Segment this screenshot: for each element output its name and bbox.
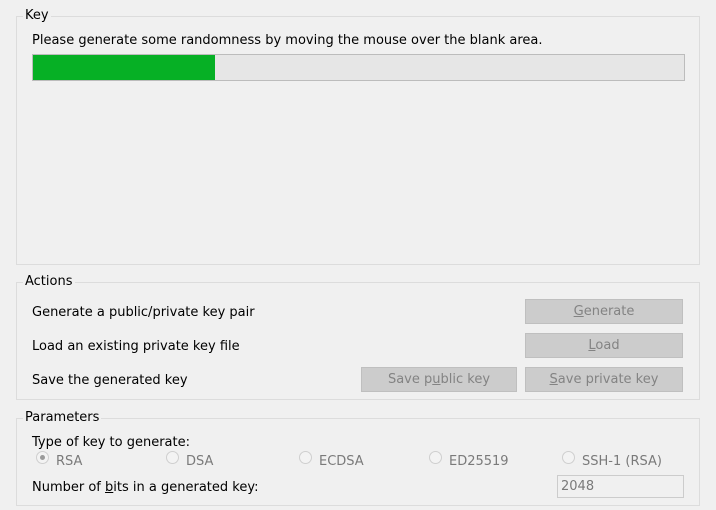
key-type-ecdsa-radio[interactable] — [299, 451, 312, 464]
randomness-instruction: Please generate some randomness by movin… — [32, 33, 543, 48]
randomness-progress-bar — [32, 54, 685, 81]
save-public-key-button[interactable]: Save public key — [361, 367, 517, 392]
key-type-ed25519-label[interactable]: ED25519 — [449, 454, 509, 470]
key-group-legend: Key — [23, 7, 51, 25]
key-type-rsa-radio[interactable] — [36, 451, 49, 464]
key-type-ssh1-rsa-label[interactable]: SSH-1 (RSA) — [582, 454, 662, 470]
load-action-label: Load an existing private key file — [32, 339, 240, 354]
bits-label: Number of bits in a generated key: — [32, 480, 259, 495]
key-type-rsa-label[interactable]: RSA — [56, 454, 82, 470]
save-action-label: Save the generated key — [32, 373, 188, 388]
parameters-group-legend: Parameters — [23, 409, 102, 427]
save-private-key-button[interactable]: Save private key — [525, 367, 683, 392]
generate-action-label: Generate a public/private key pair — [32, 305, 255, 320]
generate-button[interactable]: Generate — [525, 299, 683, 324]
load-button[interactable]: Load — [525, 333, 683, 358]
actions-group-legend: Actions — [23, 273, 75, 291]
key-type-ecdsa-label[interactable]: ECDSA — [319, 454, 364, 470]
randomness-progress-fill — [33, 55, 216, 80]
key-type-ssh1-rsa-radio[interactable] — [562, 451, 575, 464]
bits-input[interactable]: 2048 — [557, 475, 684, 498]
mouse-randomness-area[interactable] — [17, 88, 699, 264]
key-type-label: Type of key to generate: — [32, 435, 190, 450]
key-type-ed25519-radio[interactable] — [429, 451, 442, 464]
key-type-dsa-label[interactable]: DSA — [186, 454, 213, 470]
key-type-dsa-radio[interactable] — [166, 451, 179, 464]
